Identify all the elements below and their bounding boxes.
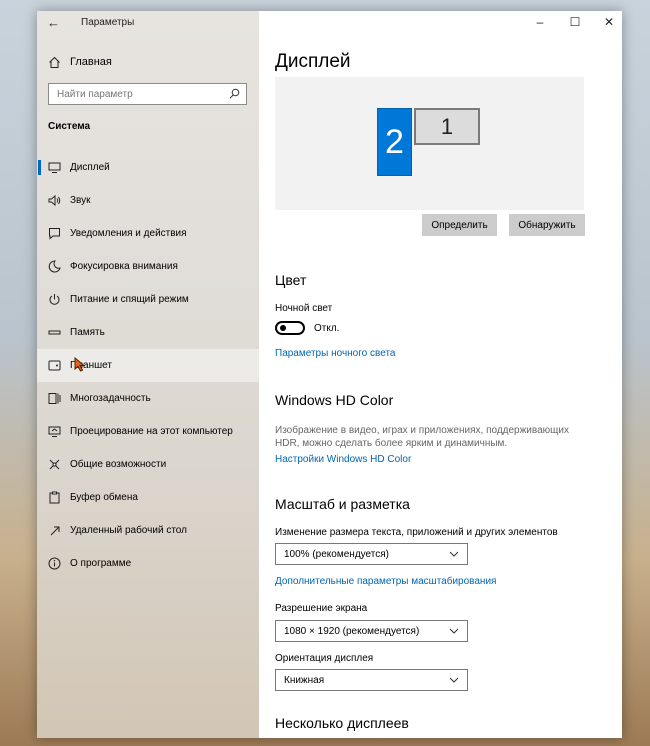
- speaker-icon: [47, 194, 61, 208]
- main-content: – ☐ ✕ Дисплей 2 1 Определить Обнаружить …: [259, 11, 622, 738]
- sidebar-item-about[interactable]: О программе: [37, 547, 259, 580]
- color-section-heading: Цвет: [275, 272, 307, 288]
- scale-select[interactable]: 100% (рекомендуется): [275, 543, 468, 565]
- moon-icon: [47, 260, 61, 274]
- sidebar-item-label: Уведомления и действия: [70, 228, 187, 239]
- sidebar-item-label: Звук: [70, 195, 91, 206]
- monitor-2-tile[interactable]: 2: [377, 108, 412, 176]
- toggle-knob: [280, 325, 286, 331]
- tablet-icon: [47, 359, 61, 373]
- sidebar-item-tablet[interactable]: Планшет: [37, 349, 259, 382]
- chevron-down-icon: [449, 626, 459, 639]
- hdr-settings-link[interactable]: Настройки Windows HD Color: [275, 454, 411, 465]
- page-title: Дисплей: [275, 51, 351, 72]
- home-icon: [47, 55, 61, 69]
- projecting-icon: [47, 425, 61, 439]
- remote-desktop-icon: [47, 524, 61, 538]
- back-arrow-icon[interactable]: ←: [47, 15, 60, 30]
- clipboard-icon: [47, 491, 61, 505]
- sidebar-item-label: Питание и спящий режим: [70, 294, 189, 305]
- notification-icon: [47, 227, 61, 241]
- multitasking-icon: [47, 392, 61, 406]
- display-arrangement: 2 1: [275, 77, 584, 210]
- orientation-value: Книжная: [284, 674, 325, 686]
- monitor-icon: [47, 161, 61, 175]
- settings-window: ← Параметры Главная Система Дисплей Звук: [37, 11, 622, 738]
- sidebar-item-sound[interactable]: Звук: [37, 184, 259, 217]
- detect-button[interactable]: Обнаружить: [509, 214, 585, 236]
- scale-label: Изменение размера текста, приложений и д…: [275, 527, 558, 538]
- section-label: Система: [48, 121, 91, 132]
- night-light-toggle[interactable]: [275, 321, 305, 335]
- close-button[interactable]: ✕: [594, 15, 622, 29]
- hdr-description: Изображение в видео, играх и приложениях…: [275, 425, 569, 449]
- sidebar-item-storage[interactable]: Память: [37, 316, 259, 349]
- night-light-state: Откл.: [314, 323, 340, 334]
- sidebar-item-label: Многозадачность: [70, 393, 151, 404]
- minimize-button[interactable]: –: [525, 15, 555, 29]
- resolution-label: Разрешение экрана: [275, 603, 368, 614]
- sidebar-item-power[interactable]: Питание и спящий режим: [37, 283, 259, 316]
- search-input[interactable]: [49, 87, 229, 101]
- mouse-cursor-icon: [74, 356, 86, 375]
- sidebar-item-label: Дисплей: [70, 162, 110, 173]
- sidebar-item-multitasking[interactable]: Многозадачность: [37, 382, 259, 415]
- sidebar-item-label: Память: [70, 327, 105, 338]
- home-link[interactable]: Главная: [47, 55, 112, 69]
- sidebar-item-label: Фокусировка внимания: [70, 261, 178, 272]
- search-box[interactable]: [48, 83, 247, 105]
- power-icon: [47, 293, 61, 307]
- multi-display-section-heading: Несколько дисплеев: [275, 715, 409, 731]
- sidebar-item-shared-experiences[interactable]: Общие возможности: [37, 448, 259, 481]
- sidebar-item-focus-assist[interactable]: Фокусировка внимания: [37, 250, 259, 283]
- search-icon[interactable]: [229, 88, 240, 102]
- hdr-section-heading: Windows HD Color: [275, 392, 394, 408]
- sidebar-nav: Дисплей Звук Уведомления и действия Фоку…: [37, 151, 259, 580]
- chevron-down-icon: [449, 675, 459, 688]
- sidebar-item-label: Проецирование на этот компьютер: [70, 426, 233, 437]
- sidebar-item-label: Общие возможности: [70, 459, 167, 470]
- chevron-down-icon: [449, 549, 459, 562]
- home-label: Главная: [70, 56, 112, 68]
- orientation-label: Ориентация дисплея: [275, 653, 374, 664]
- advanced-scaling-link[interactable]: Дополнительные параметры масштабирования: [275, 576, 496, 587]
- scale-section-heading: Масштаб и разметка: [275, 496, 410, 512]
- identify-button[interactable]: Определить: [422, 214, 497, 236]
- orientation-select[interactable]: Книжная: [275, 669, 468, 691]
- info-icon: [47, 557, 61, 571]
- sidebar-item-remote-desktop[interactable]: Удаленный рабочий стол: [37, 514, 259, 547]
- storage-icon: [47, 326, 61, 340]
- maximize-button[interactable]: ☐: [560, 15, 590, 29]
- sidebar-item-label: О программе: [70, 558, 132, 569]
- sidebar-item-label: Удаленный рабочий стол: [70, 525, 187, 536]
- resolution-value: 1080 × 1920 (рекомендуется): [284, 625, 420, 637]
- sidebar-item-display[interactable]: Дисплей: [37, 151, 259, 184]
- sidebar-item-label: Буфер обмена: [70, 492, 138, 503]
- window-title: Параметры: [81, 17, 135, 28]
- sidebar: ← Параметры Главная Система Дисплей Звук: [37, 11, 259, 738]
- night-light-label: Ночной свет: [275, 303, 333, 314]
- night-light-settings-link[interactable]: Параметры ночного света: [275, 348, 395, 359]
- scale-value: 100% (рекомендуется): [284, 548, 389, 560]
- share-icon: [47, 458, 61, 472]
- sidebar-item-projecting[interactable]: Проецирование на этот компьютер: [37, 415, 259, 448]
- resolution-select[interactable]: 1080 × 1920 (рекомендуется): [275, 620, 468, 642]
- monitor-1-tile[interactable]: 1: [414, 108, 480, 145]
- sidebar-item-clipboard[interactable]: Буфер обмена: [37, 481, 259, 514]
- sidebar-item-notifications[interactable]: Уведомления и действия: [37, 217, 259, 250]
